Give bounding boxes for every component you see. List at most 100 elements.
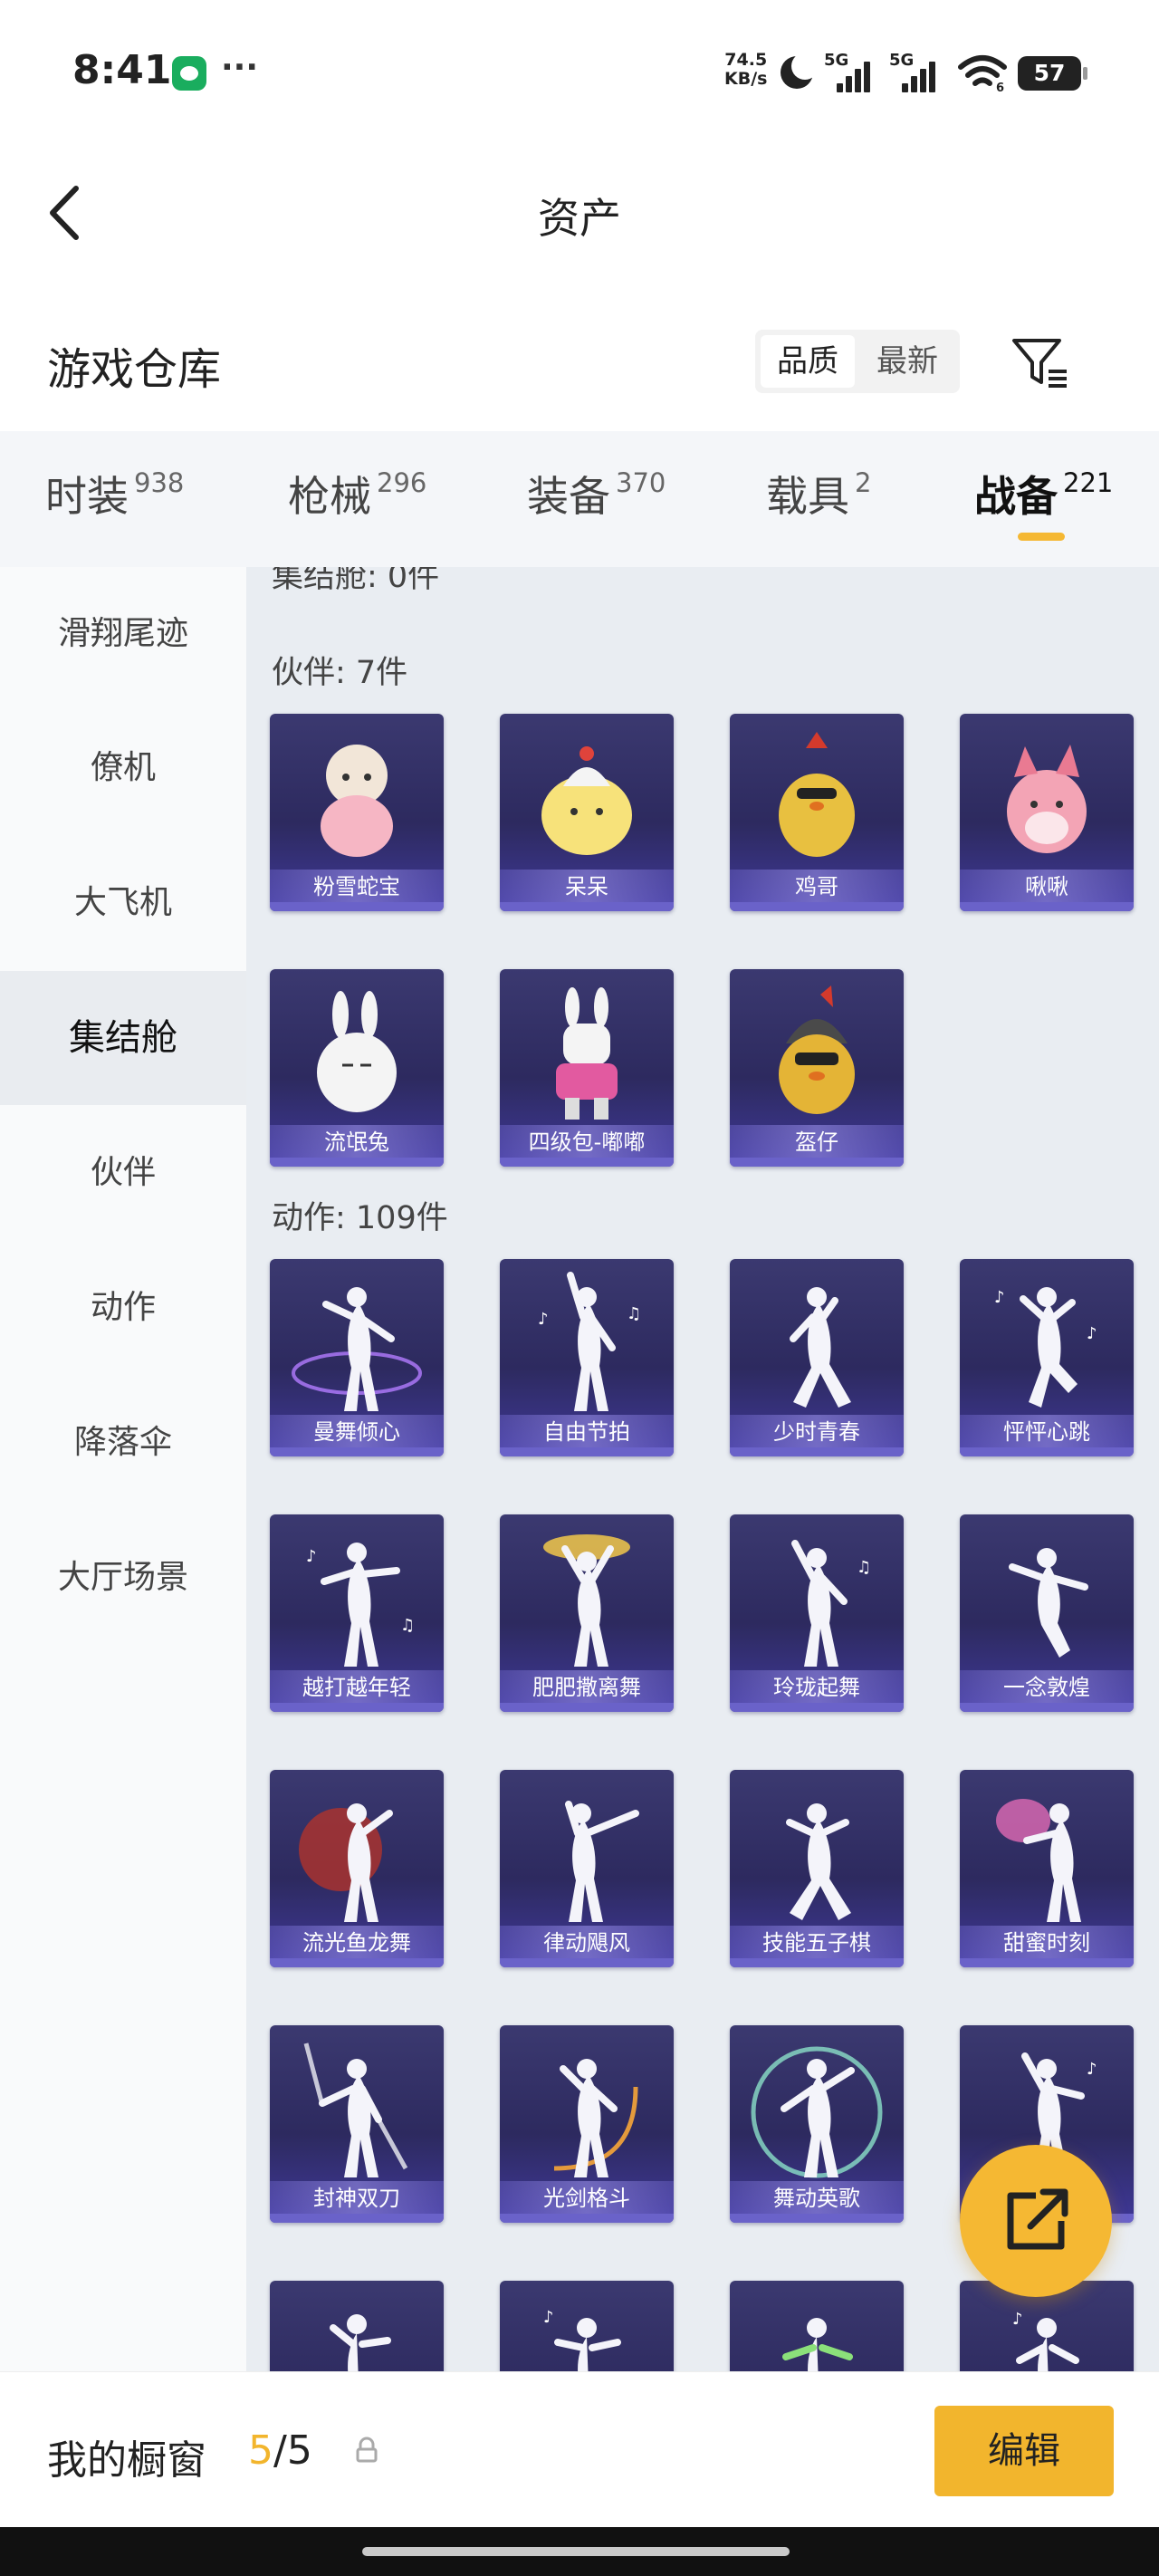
sidebar-item-lobby-scene[interactable]: 大厅场景: [0, 1511, 246, 1645]
sidebar-item-parachute[interactable]: 降落伞: [0, 1376, 246, 1510]
svg-text:♫: ♫: [627, 1304, 641, 1323]
filter-button[interactable]: [1011, 335, 1070, 391]
item-card[interactable]: 肥肥撒离舞: [500, 1514, 674, 1712]
item-card[interactable]: 呆呆: [500, 714, 674, 911]
showcase-count-separator: /: [273, 2427, 287, 2474]
item-card[interactable]: 技能五子棋: [730, 1770, 904, 1967]
dancer-silhouette-icon: [292, 1287, 422, 1411]
sidebar-item-wingman[interactable]: 僚机: [0, 701, 246, 835]
item-name: 律动飓风: [500, 1926, 674, 1960]
item-name: 越打越年轻: [270, 1670, 444, 1705]
tab-equipment[interactable]: 装备 370: [527, 464, 666, 536]
dancer-silhouette-icon: [553, 2059, 638, 2177]
dancer-silhouette-icon: ♪: [1012, 2310, 1079, 2371]
app-screen: 8:41 ··· 74.5 KB/s 5G 5G 6 57 资产 游戏仓库 品质…: [0, 0, 1159, 2576]
sidebar-item-glide-trail[interactable]: 滑翔尾迹: [0, 567, 246, 701]
item-card[interactable]: 曼舞倾心: [270, 1259, 444, 1456]
partner-figure-icon: [779, 732, 855, 857]
status-time: 8:41: [72, 47, 172, 93]
tab-label: 装备: [527, 472, 610, 521]
filter-icon: [1012, 339, 1067, 388]
item-name: 封神双刀: [270, 2181, 444, 2216]
item-card[interactable]: 盔仔: [730, 969, 904, 1167]
sidebar-item-assembly-pod[interactable]: 集结舱: [0, 971, 246, 1105]
dancer-silhouette-icon: [790, 1287, 851, 1408]
item-name: 舞动英歌: [730, 2181, 904, 2216]
item-card[interactable]: 流光鱼龙舞: [270, 1770, 444, 1967]
item-card[interactable]: 流氓兔: [270, 969, 444, 1167]
tab-battle-gear[interactable]: 战备 221: [974, 464, 1113, 536]
item-card[interactable]: 封神双刀: [270, 2025, 444, 2223]
signal-type-label: 5G: [824, 51, 849, 70]
item-name: 流氓兔: [270, 1125, 444, 1159]
item-name: 甜蜜时刻: [960, 1926, 1134, 1960]
item-grid-panel: 集结舱: 0件 伙伴: 7件 粉雪蛇宝 呆呆 鸡哥 啾啾 流氓兔 四级包-嘟嘟 …: [246, 567, 1159, 2371]
item-card[interactable]: 少时青春: [730, 1259, 904, 1456]
section-header-partner: 伙伴: 7件: [272, 655, 408, 691]
signal-icon: 5G: [824, 51, 876, 94]
dancer-silhouette-icon: [1009, 1548, 1088, 1658]
category-tab-bar: 时装 938 枪械 296 装备 370 载具 2 战备 221: [0, 431, 1159, 567]
sort-newest-button[interactable]: 最新: [860, 335, 954, 388]
signal-type-label: 5G: [889, 51, 915, 70]
sort-quality-button[interactable]: 品质: [761, 335, 855, 388]
item-name: 光剑格斗: [500, 2181, 674, 2216]
item-card[interactable]: 舞动英歌: [730, 2025, 904, 2223]
tab-label: 战备: [974, 472, 1058, 521]
partner-figure-icon: [1007, 745, 1087, 853]
item-card[interactable]: 粉雪蛇宝: [270, 714, 444, 911]
showcase-count: 5/5: [248, 2427, 312, 2474]
dancer-silhouette-icon: ♪♪: [994, 1287, 1097, 1408]
item-card[interactable]: [730, 2281, 904, 2371]
item-card[interactable]: 鸡哥: [730, 714, 904, 911]
sidebar-item-big-plane[interactable]: 大飞机: [0, 836, 246, 970]
partner-figure-icon: [317, 991, 397, 1112]
tab-count: 221: [1063, 467, 1114, 498]
partner-figure-icon: [541, 746, 632, 855]
edit-button[interactable]: 编辑: [934, 2406, 1114, 2496]
item-card[interactable]: 律动飓风: [500, 1770, 674, 1967]
item-name: 流光鱼龙舞: [270, 1926, 444, 1960]
network-speed-value: 74.5: [724, 50, 768, 70]
item-card[interactable]: 啾啾: [960, 714, 1134, 911]
dancer-silhouette-icon: [330, 2314, 391, 2371]
item-card[interactable]: 光剑格斗: [500, 2025, 674, 2223]
dancer-silhouette-icon: ♪♫: [538, 1272, 641, 1411]
share-button[interactable]: [960, 2145, 1112, 2297]
dancer-silhouette-icon: ♪: [543, 2308, 621, 2371]
item-card[interactable]: ♪ ♫ 自由节拍: [500, 1259, 674, 1456]
section-header-emote: 动作: 109件: [272, 1200, 448, 1236]
item-card[interactable]: [270, 2281, 444, 2371]
lock-icon: [353, 2437, 380, 2464]
tab-fashion[interactable]: 时装 938: [45, 464, 184, 536]
item-name: 肥肥撒离舞: [500, 1670, 674, 1705]
showcase-count-total: 5: [286, 2427, 312, 2474]
item-card[interactable]: ♪: [500, 2281, 674, 2371]
item-card[interactable]: 一念敦煌: [960, 1514, 1134, 1712]
tab-label: 载具: [766, 472, 849, 521]
tab-vehicles[interactable]: 载具 2: [766, 464, 871, 536]
section-header-assembly-pod: 集结舱: 0件: [272, 567, 440, 595]
tab-guns[interactable]: 枪械 296: [288, 464, 426, 536]
home-indicator[interactable]: [362, 2547, 790, 2556]
svg-text:♪: ♪: [538, 1310, 549, 1329]
item-name: 玲珑起舞: [730, 1670, 904, 1705]
sidebar-item-emote[interactable]: 动作: [0, 1241, 246, 1375]
item-card[interactable]: 四级包-嘟嘟: [500, 969, 674, 1167]
item-card[interactable]: ♫ 玲珑起舞: [730, 1514, 904, 1712]
svg-text:♪: ♪: [306, 1547, 317, 1566]
item-name: 粉雪蛇宝: [270, 870, 444, 904]
sidebar-item-partner[interactable]: 伙伴: [0, 1106, 246, 1240]
dancer-silhouette-icon: [299, 1803, 393, 1922]
active-tab-indicator: [1018, 533, 1065, 541]
item-card[interactable]: 甜蜜时刻: [960, 1770, 1134, 1967]
item-name: 鸡哥: [730, 870, 904, 904]
dancer-silhouette-icon: [565, 1801, 639, 1922]
page-title: 资产: [538, 194, 621, 243]
svg-text:♪: ♪: [994, 1288, 1005, 1307]
item-card[interactable]: ♪ ♫ 越打越年轻: [270, 1514, 444, 1712]
tab-count: 2: [855, 467, 872, 498]
item-card[interactable]: ♪ ♪ 怦怦心跳: [960, 1259, 1134, 1456]
dancer-silhouette-icon: ♫: [791, 1540, 871, 1667]
dancer-silhouette-icon: [782, 2318, 853, 2371]
